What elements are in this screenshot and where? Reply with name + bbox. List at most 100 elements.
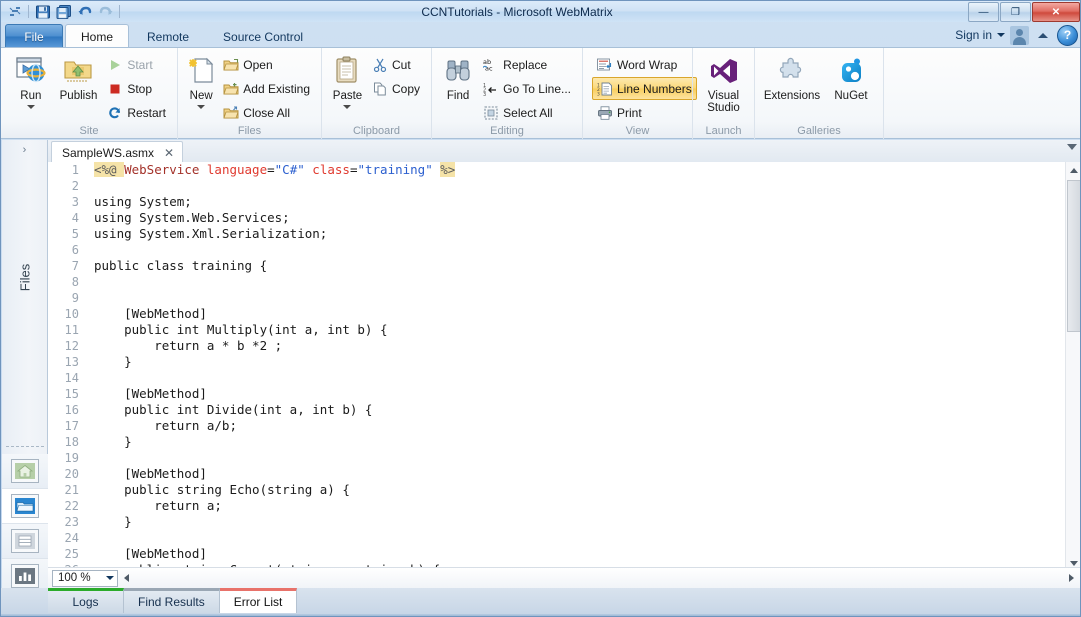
restart-button[interactable]: Restart: [102, 101, 171, 124]
code-line: 2: [48, 178, 1065, 194]
ribbon-group-clipboard-title: Clipboard: [352, 125, 401, 137]
replace-label: Replace: [503, 57, 548, 72]
go-to-line-button[interactable]: 123 Go To Line...: [478, 77, 576, 100]
start-button[interactable]: Start: [102, 53, 171, 76]
print-button[interactable]: Print: [592, 101, 697, 124]
word-wrap-button[interactable]: Word Wrap: [592, 53, 697, 76]
code-line: 21 public string Echo(string a) {: [48, 482, 1065, 498]
line-number: 13: [64, 355, 79, 369]
document-tab-samplews[interactable]: SampleWS.asmx ✕: [51, 141, 184, 164]
database-list-icon: [11, 529, 39, 553]
minimize-button[interactable]: —: [968, 2, 999, 22]
line-number: 5: [71, 227, 79, 241]
bottom-tab-logs[interactable]: Logs: [48, 588, 124, 613]
line-content: [88, 290, 94, 306]
cut-button[interactable]: Cut: [367, 53, 425, 76]
bottom-panel-tabs: Logs Find Results Error List: [48, 588, 298, 616]
extensions-button[interactable]: Extensions: [759, 51, 825, 102]
line-content: [88, 242, 94, 258]
redo-icon[interactable]: [96, 2, 115, 21]
find-button[interactable]: Find: [438, 51, 478, 102]
ribbon-group-launch: Visual Studio Launch: [692, 48, 754, 139]
clipboard-small-buttons: Cut Copy: [367, 51, 425, 100]
maximize-button[interactable]: ❐: [1000, 2, 1031, 22]
code-token: =: [267, 162, 275, 177]
hscroll-left-arrow-icon[interactable]: [118, 574, 134, 582]
save-icon[interactable]: [33, 2, 52, 21]
help-icon[interactable]: ?: [1057, 24, 1078, 46]
bottom-tab-find-results[interactable]: Find Results: [124, 588, 220, 613]
line-content: public class training {: [94, 258, 268, 273]
select-all-button[interactable]: Select All: [478, 101, 576, 124]
copy-button[interactable]: Copy: [367, 77, 425, 100]
replace-button[interactable]: ab ac Replace: [478, 53, 576, 76]
stop-button[interactable]: Stop: [102, 77, 171, 100]
tab-file[interactable]: File: [5, 24, 63, 48]
restart-label: Restart: [127, 105, 166, 120]
sidebar-icon-databases[interactable]: [2, 524, 48, 559]
run-label: Run: [20, 90, 42, 102]
line-number: 16: [64, 403, 79, 417]
line-number: 7: [71, 259, 79, 273]
close-button[interactable]: ✕: [1032, 2, 1080, 22]
line-content: }: [94, 354, 132, 369]
sidebar-icon-files[interactable]: [2, 489, 48, 524]
signin-label[interactable]: Sign in: [955, 28, 992, 42]
tab-list-dropdown-icon[interactable]: [1067, 144, 1077, 150]
open-folder-icon: [223, 57, 239, 73]
folder-icon: [11, 494, 39, 518]
sidebar-icon-site[interactable]: [2, 454, 48, 489]
line-number: 22: [64, 499, 79, 513]
app-menu-icon[interactable]: [5, 2, 24, 21]
close-all-button[interactable]: Close All: [218, 101, 315, 124]
avatar[interactable]: [1010, 25, 1029, 45]
line-content: [88, 274, 94, 290]
save-all-icon[interactable]: [54, 2, 73, 21]
line-numbers-button[interactable]: 123 Line Numbers: [592, 77, 697, 100]
title-bar: CCNTutorials - Microsoft WebMatrix — ❐ ✕: [1, 1, 1080, 22]
line-content: [88, 370, 94, 386]
chevron-down-icon[interactable]: [997, 33, 1005, 37]
bottom-tab-error-list[interactable]: Error List: [219, 588, 298, 613]
line-content: [WebMethod]: [94, 466, 207, 481]
paste-button[interactable]: Paste: [328, 51, 367, 109]
zoom-level-select[interactable]: 100 %: [52, 569, 118, 587]
bottom-tab-label: Error List: [233, 595, 283, 609]
run-button[interactable]: Run: [7, 51, 55, 109]
code-line: 19: [48, 450, 1065, 466]
visual-studio-button[interactable]: Visual Studio: [695, 51, 752, 114]
svg-text:3: 3: [483, 92, 486, 96]
line-content: [88, 178, 94, 194]
sidebar-expand-icon[interactable]: ›: [2, 140, 47, 160]
editor-vertical-scrollbar[interactable]: [1065, 162, 1080, 571]
open-button[interactable]: Open: [218, 53, 315, 76]
nuget-button[interactable]: NuGet: [825, 51, 877, 102]
close-icon[interactable]: ✕: [164, 146, 174, 160]
ribbon-collapse-chevron-icon[interactable]: [1038, 32, 1048, 38]
code-line: 15 [WebMethod]: [48, 386, 1065, 402]
window-bottom-edge: [1, 614, 1080, 616]
add-existing-button[interactable]: Add Existing: [218, 77, 315, 100]
code-line: 10 [WebMethod]: [48, 306, 1065, 322]
ribbon-empty-area: [883, 48, 1080, 139]
code-line: 11 public int Multiply(int a, int b) {: [48, 322, 1065, 338]
tab-home[interactable]: Home: [65, 24, 130, 48]
tab-source-control[interactable]: Source Control: [207, 24, 319, 48]
paste-split-caret-icon[interactable]: [343, 105, 352, 109]
svg-text:3: 3: [597, 91, 600, 96]
line-number: 15: [64, 387, 79, 401]
new-split-caret-icon[interactable]: [197, 105, 206, 109]
ribbon-group-files: New Open Add Existing Close All Files: [177, 48, 321, 139]
undo-icon[interactable]: [75, 2, 94, 21]
run-split-caret-icon[interactable]: [26, 105, 35, 109]
publish-button[interactable]: Publish: [55, 51, 103, 102]
vertical-scroll-thumb[interactable]: [1067, 180, 1080, 332]
hscroll-right-arrow-icon[interactable]: [1063, 574, 1079, 582]
zoom-dropdown-caret-icon[interactable]: [106, 576, 114, 580]
tab-remote[interactable]: Remote: [131, 24, 205, 48]
files-small-buttons: Open Add Existing Close All: [218, 51, 315, 124]
code-text-area[interactable]: 1 <%@ WebService language="C#" class="tra…: [48, 162, 1065, 571]
code-line: 20 [WebMethod]: [48, 466, 1065, 482]
scroll-up-arrow-icon[interactable]: [1066, 162, 1080, 178]
new-button[interactable]: New: [184, 51, 218, 109]
